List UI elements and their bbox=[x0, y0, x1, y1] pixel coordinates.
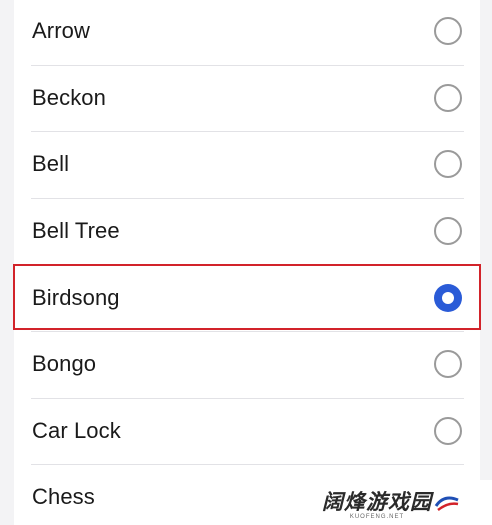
ringtone-label: Beckon bbox=[32, 84, 106, 110]
ringtone-item-car-lock[interactable]: Car Lock bbox=[14, 397, 480, 465]
ringtone-item-birdsong[interactable]: Birdsong bbox=[14, 264, 480, 331]
radio-dot bbox=[442, 291, 454, 304]
ringtone-item-arrow[interactable]: Arrow bbox=[14, 0, 480, 65]
radio-unchecked-icon[interactable] bbox=[434, 150, 462, 179]
watermark-logo-icon bbox=[434, 496, 459, 511]
watermark-text: 阔烽游戏园 KUOFENG.NET bbox=[322, 486, 432, 520]
ringtone-item-bell[interactable]: Bell bbox=[14, 131, 480, 198]
watermark-main-text: 阔烽游戏园 bbox=[322, 489, 432, 514]
radio-unchecked-icon[interactable] bbox=[434, 350, 462, 379]
radio-unchecked-icon[interactable] bbox=[434, 17, 462, 46]
ringtone-label: Car Lock bbox=[32, 417, 121, 443]
radio-unchecked-icon[interactable] bbox=[434, 416, 462, 445]
radio-unchecked-icon[interactable] bbox=[434, 217, 462, 246]
ringtone-list: Arrow Beckon Bell Bell Tree Birdsong Bon… bbox=[14, 0, 480, 525]
radio-checked-icon[interactable] bbox=[434, 283, 462, 312]
ringtone-label: Bell bbox=[32, 151, 70, 177]
ringtone-item-beckon[interactable]: Beckon bbox=[14, 64, 480, 132]
left-gutter bbox=[0, 0, 14, 525]
ringtone-item-bell-tree[interactable]: Bell Tree bbox=[14, 197, 480, 265]
ringtone-label: Bell Tree bbox=[32, 218, 120, 244]
radio-unchecked-icon[interactable] bbox=[434, 83, 462, 112]
ringtone-item-bongo[interactable]: Bongo bbox=[14, 330, 480, 398]
ringtone-label: Arrow bbox=[32, 18, 90, 44]
watermark: 阔烽游戏园 KUOFENG.NET bbox=[292, 480, 492, 525]
right-gutter bbox=[480, 0, 492, 525]
ringtone-label: Birdsong bbox=[32, 284, 120, 310]
ringtone-list-card: Arrow Beckon Bell Bell Tree Birdsong Bon… bbox=[14, 0, 480, 525]
ringtone-label: Bongo bbox=[32, 351, 97, 377]
